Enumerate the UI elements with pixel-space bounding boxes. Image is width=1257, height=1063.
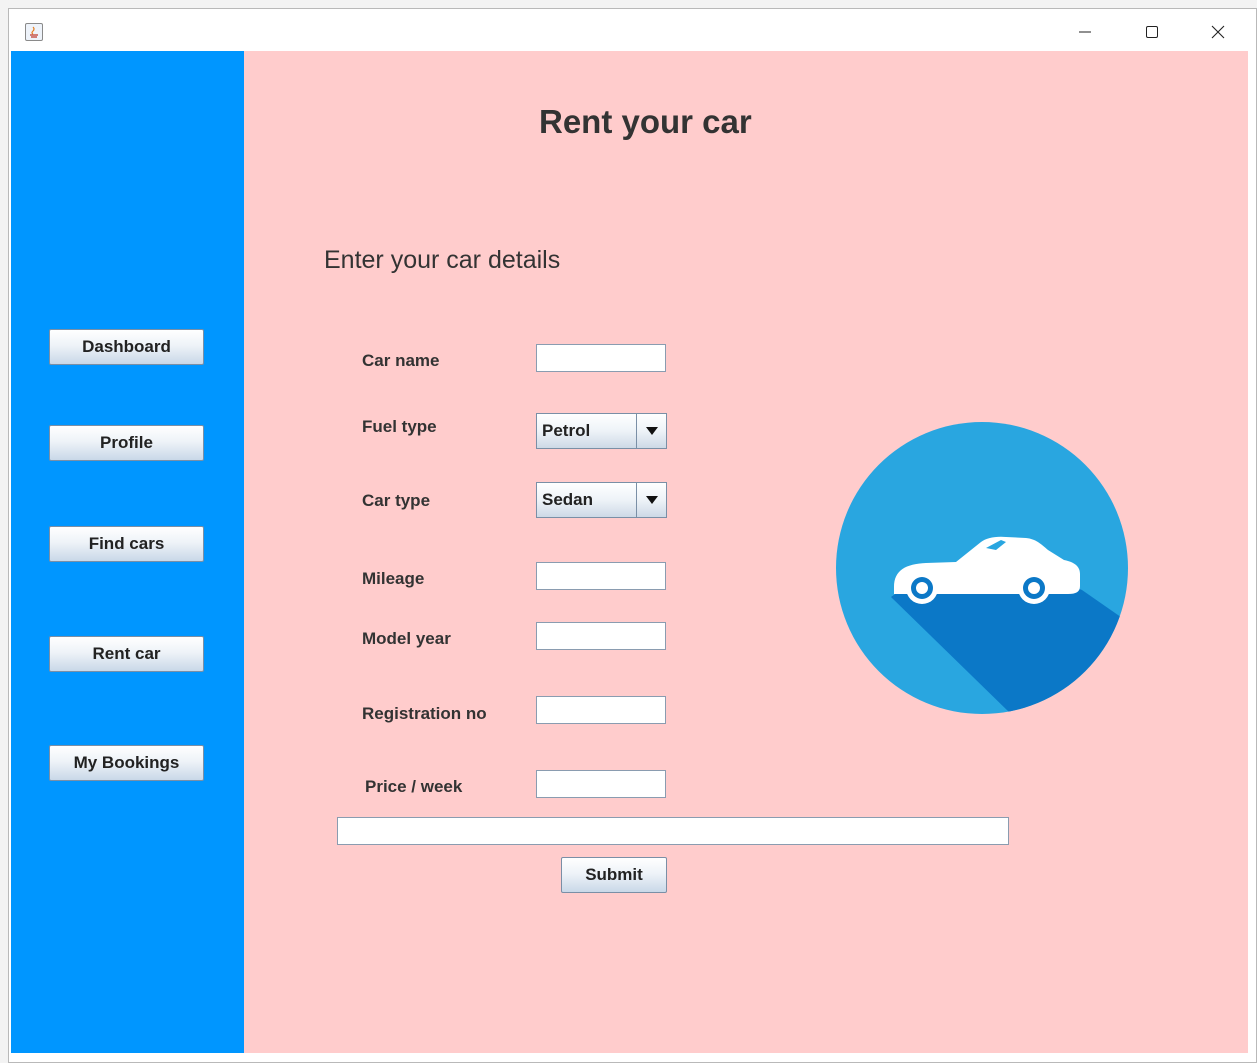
car-icon [836, 422, 1128, 714]
mileage-input[interactable] [536, 562, 666, 590]
close-button[interactable] [1188, 9, 1248, 55]
price-week-input[interactable] [536, 770, 666, 798]
car-illustration [836, 422, 1128, 714]
chevron-down-icon[interactable] [636, 414, 666, 448]
my-bookings-button[interactable]: My Bookings [49, 745, 204, 781]
fuel-type-value: Petrol [542, 421, 591, 440]
section-label: Enter your car details [324, 246, 561, 274]
page-title: Rent your car [539, 103, 752, 140]
mileage-label: Mileage [362, 569, 425, 588]
submit-button[interactable]: Submit [561, 857, 667, 893]
model-year-input[interactable] [536, 622, 666, 650]
car-type-label: Car type [362, 491, 431, 510]
dashboard-button[interactable]: Dashboard [49, 329, 204, 365]
maximize-button[interactable] [1122, 9, 1182, 55]
minimize-button[interactable] [1055, 9, 1115, 55]
car-name-input[interactable] [536, 344, 666, 372]
close-icon [1211, 25, 1225, 39]
rent-car-button[interactable]: Rent car [49, 636, 204, 672]
status-field[interactable] [337, 817, 1009, 845]
car-type-value: Sedan [542, 490, 594, 509]
main-panel: Rent your car Enter your car details Car… [244, 51, 1248, 1053]
car-name-label: Car name [362, 351, 440, 370]
registration-no-input[interactable] [536, 696, 666, 724]
java-app-icon [25, 23, 43, 41]
fuel-type-label: Fuel type [362, 417, 437, 436]
minimize-icon [1079, 31, 1091, 33]
registration-no-label: Registration no [362, 704, 487, 723]
fuel-type-select[interactable]: Petrol [536, 413, 667, 449]
model-year-label: Model year [362, 629, 451, 648]
chevron-down-icon[interactable] [636, 483, 666, 517]
profile-button[interactable]: Profile [49, 425, 204, 461]
find-cars-button[interactable]: Find cars [49, 526, 204, 562]
car-type-select[interactable]: Sedan [536, 482, 667, 518]
price-week-label: Price / week [365, 777, 463, 796]
sidebar: Dashboard Profile Find cars Rent car My … [11, 51, 244, 1053]
maximize-icon [1146, 26, 1158, 38]
